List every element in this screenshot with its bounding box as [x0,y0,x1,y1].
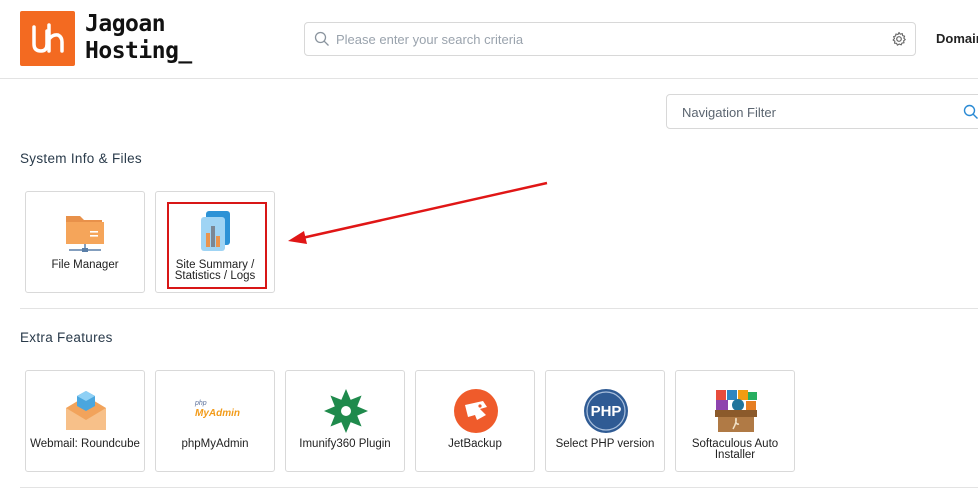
navigation-filter [666,94,978,129]
jetbackup-icon [454,389,498,433]
tile-label: Select PHP version [555,438,655,450]
site-summary-statistics-logs-tile[interactable]: Site Summary / Statistics / Logs [155,191,275,293]
folder-icon [66,216,104,252]
brand-logo-icon[interactable] [20,11,75,66]
tile-label: Softaculous Auto Installer [691,438,779,461]
softaculous-icon [715,390,757,432]
section-title-extra-features: Extra Features [20,330,113,345]
imunify360-plugin-tile[interactable]: Imunify360 Plugin [285,370,405,472]
gear-icon[interactable] [891,31,907,47]
search-icon [314,31,329,46]
roundcube-icon [66,391,106,430]
tile-label: Webmail: Roundcube [30,438,140,450]
php-icon: PHP [583,388,629,434]
brand-line-1: Jagoan [85,11,166,37]
jetbackup-tile[interactable]: JetBackup [415,370,535,472]
section-divider [20,308,978,309]
softaculous-auto-installer-tile[interactable]: Softaculous Auto Installer [675,370,795,472]
tile-label: Site Summary / Statistics / Logs [174,259,256,282]
domains-menu-link[interactable]: Domains [936,31,978,46]
navigation-filter-input[interactable] [682,103,952,121]
top-header: Jagoan Hosting_ Domains [0,0,978,79]
webmail-roundcube-tile[interactable]: Webmail: Roundcube [25,370,145,472]
tile-label: JetBackup [448,438,502,450]
tile-label: File Manager [51,259,119,271]
global-search [304,22,916,56]
brand-line-2: Hosting_ [85,38,192,64]
phpmyadmin-logo-myadmin: MyAdmin [195,408,240,419]
section-title-system-info: System Info & Files [20,151,142,166]
phpmyadmin-icon: php MyAdmin [193,388,240,434]
section-divider [20,487,978,488]
php-logo-text: PHP [590,403,622,420]
phpmyadmin-logo-php: php [195,400,207,407]
search-input[interactable] [336,29,876,49]
statistics-icon [201,211,230,251]
tile-label: phpMyAdmin [181,438,249,450]
select-php-version-tile[interactable]: PHP Select PHP version [545,370,665,472]
search-icon[interactable] [963,104,978,120]
tile-label: Imunify360 Plugin [299,438,391,450]
phpmyadmin-tile[interactable]: php MyAdmin phpMyAdmin [155,370,275,472]
imunify360-icon [324,389,368,433]
file-manager-tile[interactable]: File Manager [25,191,145,293]
brand-name[interactable]: Jagoan Hosting_ [85,11,192,65]
